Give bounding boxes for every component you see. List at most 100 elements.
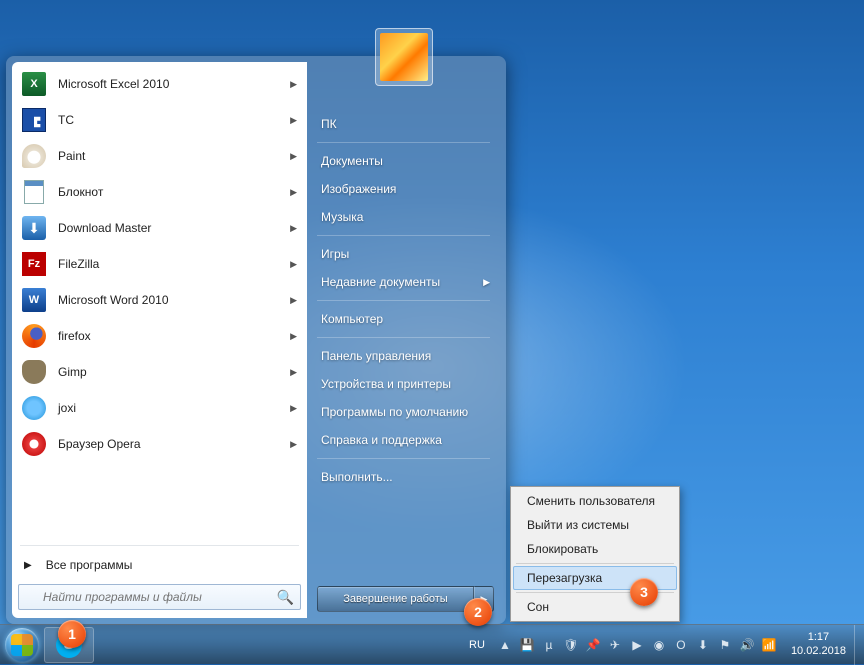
program-label: Microsoft Excel 2010 [58,77,169,91]
chevron-right-icon: ▶ [290,403,297,414]
program-item-excel[interactable]: X Microsoft Excel 2010 ▶ [14,66,305,102]
shutdown-option-2[interactable]: Блокировать [513,537,677,561]
shutdown-options-button[interactable]: ▶ [474,586,494,612]
right-link-11[interactable]: Выполнить... [307,463,500,491]
chevron-right-icon: ▶ [290,295,297,306]
chevron-right-icon: ▶ [290,367,297,378]
paint-icon [20,142,48,170]
right-link-3[interactable]: Музыка [307,203,500,231]
system-tray: ▲ 💾 µ 🛡 📌 ✈ ▶ ◉ O ⬇ ⚑ 🔊 📶 [491,637,783,653]
tray-play-icon[interactable]: ▶ [629,637,645,653]
shutdown-option-1[interactable]: Выйти из системы [513,513,677,537]
skype-icon: S [56,632,82,658]
program-label: Блокнот [58,185,103,199]
program-label: Браузер Opera [58,437,141,451]
right-link-label: Документы [321,154,383,168]
shutdown-option-4[interactable]: Сон [513,595,677,619]
taskbar-pin-skype[interactable]: S [44,627,94,663]
right-link-label: Справка и поддержка [321,433,442,447]
program-label: TC [58,113,74,127]
right-link-label: Изображения [321,182,396,196]
joxi-icon [20,394,48,422]
right-link-4[interactable]: Игры [307,240,500,268]
right-link-label: Игры [321,247,349,261]
chevron-right-icon: ▶ [290,79,297,90]
separator [317,142,490,143]
tray-dm-icon[interactable]: ⬇ [695,637,711,653]
tray-opera-icon[interactable]: O [673,637,689,653]
program-label: Download Master [58,221,151,235]
tray-av-icon[interactable]: 🛡 [563,637,579,653]
ff-icon [20,322,48,350]
tray-volume-icon[interactable]: 🔊 [739,637,755,653]
search-box[interactable]: 🔍 [18,584,301,610]
clock-date: 10.02.2018 [791,645,846,658]
right-link-label: Выполнить... [321,470,393,484]
right-link-6[interactable]: Компьютер [307,305,500,333]
start-menu-right-panel: ПК Документы Изображения Музыка Игры Недавние… [307,62,500,618]
tray-action-icon[interactable]: ⚑ [717,637,733,653]
separator [317,235,490,236]
user-picture-frame[interactable] [375,28,433,86]
shutdown-option-3[interactable]: Перезагрузка [513,566,677,590]
right-link-8[interactable]: Устройства и принтеры [307,370,500,398]
program-item-word[interactable]: W Microsoft Word 2010 ▶ [14,282,305,318]
chevron-right-icon: ▶ [290,151,297,162]
right-link-7[interactable]: Панель управления [307,342,500,370]
show-desktop-button[interactable] [854,625,864,665]
program-item-paint[interactable]: Paint ▶ [14,138,305,174]
right-link-1[interactable]: Документы [307,147,500,175]
program-item-dm[interactable]: ⬇ Download Master ▶ [14,210,305,246]
triangle-right-icon: ▶ [24,560,32,571]
program-item-tc[interactable]: TC ▶ [14,102,305,138]
right-link-label: Устройства и принтеры [321,377,451,391]
shutdown-option-0[interactable]: Сменить пользователя [513,489,677,513]
separator [516,563,674,564]
right-link-2[interactable]: Изображения [307,175,500,203]
right-link-label: Панель управления [321,349,431,363]
right-link-label: ПК [321,117,337,131]
program-label: Microsoft Word 2010 [58,293,169,307]
all-programs-label: Все программы [46,558,133,572]
tray-telegram-icon[interactable]: ✈ [607,637,623,653]
program-item-ff[interactable]: firefox ▶ [14,318,305,354]
user-picture [380,33,428,81]
tray-save-icon[interactable]: 💾 [519,637,535,653]
right-link-9[interactable]: Программы по умолчанию [307,398,500,426]
all-programs-button[interactable]: ▶ Все программы [14,550,305,580]
right-link-10[interactable]: Справка и поддержка [307,426,500,454]
separator [317,337,490,338]
program-label: FileZilla [58,257,99,271]
start-button[interactable] [0,625,44,665]
tc-icon [20,106,48,134]
tray-utorrent-icon[interactable]: µ [541,637,557,653]
program-item-joxi[interactable]: joxi ▶ [14,390,305,426]
notepad-icon [20,178,48,206]
chevron-right-icon: ▶ [290,115,297,126]
start-menu-left-panel: X Microsoft Excel 2010 ▶ TC ▶ Paint ▶ Бл… [12,62,307,618]
program-item-fz[interactable]: Fz FileZilla ▶ [14,246,305,282]
dm-icon: ⬇ [20,214,48,242]
excel-icon: X [20,70,48,98]
program-item-notepad[interactable]: Блокнот ▶ [14,174,305,210]
windows-logo-icon [5,628,39,662]
taskbar-clock[interactable]: 1:17 10.02.2018 [783,631,854,657]
shutdown-row: Завершение работы ▶ [307,586,500,612]
taskbar: S RU ▲ 💾 µ 🛡 📌 ✈ ▶ ◉ O ⬇ ⚑ 🔊 📶 1:17 10.02.2018 [0,624,864,664]
program-item-opera[interactable]: Браузер Opera ▶ [14,426,305,462]
language-indicator[interactable]: RU [463,639,491,651]
tray-up-icon[interactable]: ▲ [497,637,513,653]
separator [516,592,674,593]
program-item-gimp[interactable]: Gimp ▶ [14,354,305,390]
right-link-0[interactable]: ПК [307,110,500,138]
right-link-5[interactable]: Недавние документы▶ [307,268,500,296]
shutdown-button[interactable]: Завершение работы [317,586,474,612]
tray-pin-icon[interactable]: 📌 [585,637,601,653]
start-menu: X Microsoft Excel 2010 ▶ TC ▶ Paint ▶ Бл… [6,56,506,624]
program-label: Paint [58,149,85,163]
chevron-right-icon: ▶ [290,259,297,270]
search-input[interactable] [25,590,277,604]
tray-network-icon[interactable]: 📶 [761,637,777,653]
shutdown-submenu: Сменить пользователяВыйти из системыБлок… [510,486,680,622]
tray-nvidia-icon[interactable]: ◉ [651,637,667,653]
